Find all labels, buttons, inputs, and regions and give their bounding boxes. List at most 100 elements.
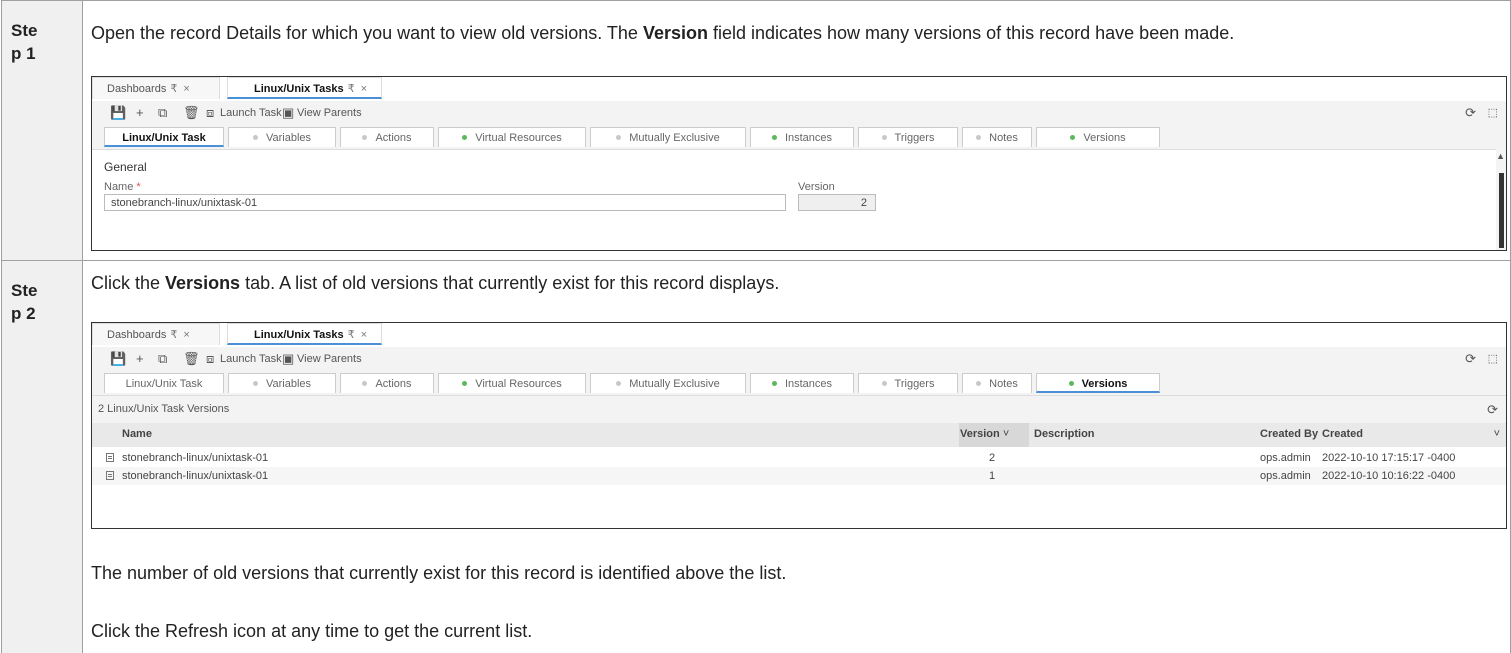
delete-icon[interactable]: 🗑 <box>183 347 200 371</box>
step-label-line1: Ste <box>11 21 38 40</box>
column-name[interactable]: Name <box>122 428 152 440</box>
view-parents-icon[interactable]: ▣ <box>282 101 294 125</box>
doc-tab-linux-unix-tasks[interactable]: Linux/Unix Tasks ₹ × <box>227 77 382 99</box>
tab-triggers[interactable]: Triggers <box>858 127 958 147</box>
column-version[interactable]: Version ˅ <box>960 428 1009 440</box>
tab-actions[interactable]: Actions <box>340 127 434 147</box>
step-2-content: Click the Versions tab. A list of old ve… <box>83 261 1510 653</box>
sort-desc-icon[interactable]: ˅ <box>1003 428 1009 440</box>
step-1-label-cell: Ste p 1 <box>2 1 83 260</box>
document-tab-bar: Dashboards ₹ × Linux/Unix Tasks ₹ × <box>92 323 1506 347</box>
screenshot-versions-list: Dashboards ₹ × Linux/Unix Tasks ₹ × 💾 + ⧉ 🗑 … <box>91 322 1507 529</box>
refresh-icon[interactable]: ⟳ <box>1465 347 1476 371</box>
doc-tab-dashboards[interactable]: Dashboards ₹ × <box>92 323 220 345</box>
launch-task-button[interactable]: Launch Task <box>220 101 282 125</box>
maximize-icon[interactable]: ⬚ <box>1488 347 1498 371</box>
launch-icon[interactable]: ⧈ <box>206 101 214 125</box>
refresh-icon[interactable]: ⟳ <box>1487 402 1498 418</box>
column-menu-icon[interactable]: ˅ <box>1494 428 1500 440</box>
scroll-up-icon[interactable]: ▲ <box>1496 151 1505 161</box>
step-2-label: Ste p 2 <box>11 279 71 325</box>
doc-tab-dashboards[interactable]: Dashboards ₹ × <box>92 77 220 99</box>
name-label: Name * <box>104 181 141 193</box>
steps-table: Ste p 1 Open the record Details for whic… <box>0 0 1511 653</box>
close-icon[interactable]: × <box>361 83 367 95</box>
tab-actions[interactable]: Actions <box>340 373 434 393</box>
tab-notes[interactable]: Notes <box>962 127 1032 147</box>
add-icon[interactable]: + <box>136 101 144 125</box>
scroll-thumb[interactable] <box>1499 173 1504 248</box>
copy-icon[interactable]: ⧉ <box>158 101 167 125</box>
step-2-label-cell: Ste p 2 <box>2 261 83 653</box>
copy-icon[interactable]: ⧉ <box>158 347 167 371</box>
refresh-icon[interactable]: ⟳ <box>1465 101 1476 125</box>
step-2-row: Ste p 2 Click the Versions tab. A list o… <box>1 260 1511 653</box>
section-title: General <box>104 160 147 174</box>
tab-virtual-resources[interactable]: Virtual Resources <box>438 373 586 393</box>
tab-versions[interactable]: Versions <box>1036 127 1160 147</box>
tab-linux-unix-task[interactable]: Linux/Unix Task <box>104 127 224 147</box>
tab-mutually-exclusive[interactable]: Mutually Exclusive <box>590 127 746 147</box>
step-label-line2: p 1 <box>11 44 36 63</box>
details-form: General Name * stonebranch-linux/unixtas… <box>92 149 1506 250</box>
delete-icon[interactable]: 🗑 <box>183 101 200 125</box>
scrollbar[interactable]: ▲ <box>1496 149 1506 250</box>
maximize-icon[interactable]: ⬚ <box>1488 101 1498 125</box>
record-sub-tabs: Linux/Unix Task Variables Actions Virtua… <box>92 125 1506 149</box>
tab-mutually-exclusive[interactable]: Mutually Exclusive <box>590 373 746 393</box>
tab-instances[interactable]: Instances <box>750 127 854 147</box>
column-created[interactable]: Created <box>1322 428 1363 440</box>
tab-linux-unix-task[interactable]: Linux/Unix Task <box>104 373 224 393</box>
save-icon[interactable]: 💾 <box>110 347 126 371</box>
pin-icon[interactable]: ₹ <box>348 83 355 95</box>
record-icon <box>106 471 114 480</box>
tab-notes[interactable]: Notes <box>962 373 1032 393</box>
close-icon[interactable]: × <box>361 329 367 341</box>
column-description[interactable]: Description <box>1034 428 1095 440</box>
step-2-instruction: Click the Versions tab. A list of old ve… <box>91 273 780 293</box>
column-created-by[interactable]: Created By <box>1260 428 1318 440</box>
view-parents-icon[interactable]: ▣ <box>282 347 294 371</box>
view-parents-button[interactable]: View Parents <box>297 347 362 371</box>
pin-icon[interactable]: ₹ <box>348 329 355 341</box>
row-version: 2 <box>989 452 996 464</box>
versions-column-header: Name Version ˅ Description Created By Cr… <box>92 423 1506 447</box>
versions-count-title: 2 Linux/Unix Task Versions <box>98 403 230 415</box>
row-name[interactable]: stonebranch-linux/unixtask-01 <box>122 449 268 467</box>
doc-tab-linux-unix-tasks[interactable]: Linux/Unix Tasks ₹ × <box>227 323 382 345</box>
record-sub-tabs: Linux/Unix Task Variables Actions Virtua… <box>92 371 1506 395</box>
tab-virtual-resources[interactable]: Virtual Resources <box>438 127 586 147</box>
pin-icon[interactable]: ₹ <box>170 329 177 341</box>
step-2-note-refresh: Click the Refresh icon at any time to ge… <box>91 621 533 641</box>
launch-task-button[interactable]: Launch Task <box>220 347 282 371</box>
launch-icon[interactable]: ⧈ <box>206 347 214 371</box>
tab-variables[interactable]: Variables <box>228 127 336 147</box>
row-name[interactable]: stonebranch-linux/unixtask-01 <box>122 467 268 485</box>
document-tab-bar: Dashboards ₹ × Linux/Unix Tasks ₹ × <box>92 77 1506 101</box>
table-row[interactable]: stonebranch-linux/unixtask-01 2 ops.admi… <box>92 449 1506 467</box>
screenshot-record-details: Dashboards ₹ × Linux/Unix Tasks ₹ × 💾 + ⧉ 🗑 … <box>91 76 1507 251</box>
table-row[interactable]: stonebranch-linux/unixtask-01 1 ops.admi… <box>92 467 1506 485</box>
step-1-instruction: Open the record Details for which you wa… <box>91 23 1235 43</box>
close-icon[interactable]: × <box>183 83 189 95</box>
row-version: 1 <box>989 470 996 482</box>
view-parents-button[interactable]: View Parents <box>297 101 362 125</box>
add-icon[interactable]: + <box>136 347 144 371</box>
versions-list-header: 2 Linux/Unix Task Versions ⟳ <box>92 395 1506 424</box>
tab-variables[interactable]: Variables <box>228 373 336 393</box>
save-icon[interactable]: 💾 <box>110 101 126 125</box>
tab-triggers[interactable]: Triggers <box>858 373 958 393</box>
version-label: Version <box>798 181 835 193</box>
tab-versions[interactable]: Versions <box>1036 373 1160 393</box>
step-label-line1: Ste <box>11 281 38 300</box>
record-toolbar: 💾 + ⧉ 🗑 ⧈ Launch Task ▣ View Parents ⟳ ⬚ <box>92 101 1506 125</box>
tab-instances[interactable]: Instances <box>750 373 854 393</box>
row-created: 2022-10-10 10:16:22 -0400 <box>1322 470 1456 482</box>
step-1-label: Ste p 1 <box>11 19 71 65</box>
pin-icon[interactable]: ₹ <box>170 83 177 95</box>
name-field[interactable]: stonebranch-linux/unixtask-01 <box>104 194 786 211</box>
close-icon[interactable]: × <box>183 329 189 341</box>
step-1-row: Ste p 1 Open the record Details for whic… <box>1 0 1511 261</box>
record-toolbar: 💾 + ⧉ 🗑 ⧈ Launch Task ▣ View Parents ⟳ ⬚ <box>92 347 1506 371</box>
step-1-content: Open the record Details for which you wa… <box>83 1 1510 260</box>
